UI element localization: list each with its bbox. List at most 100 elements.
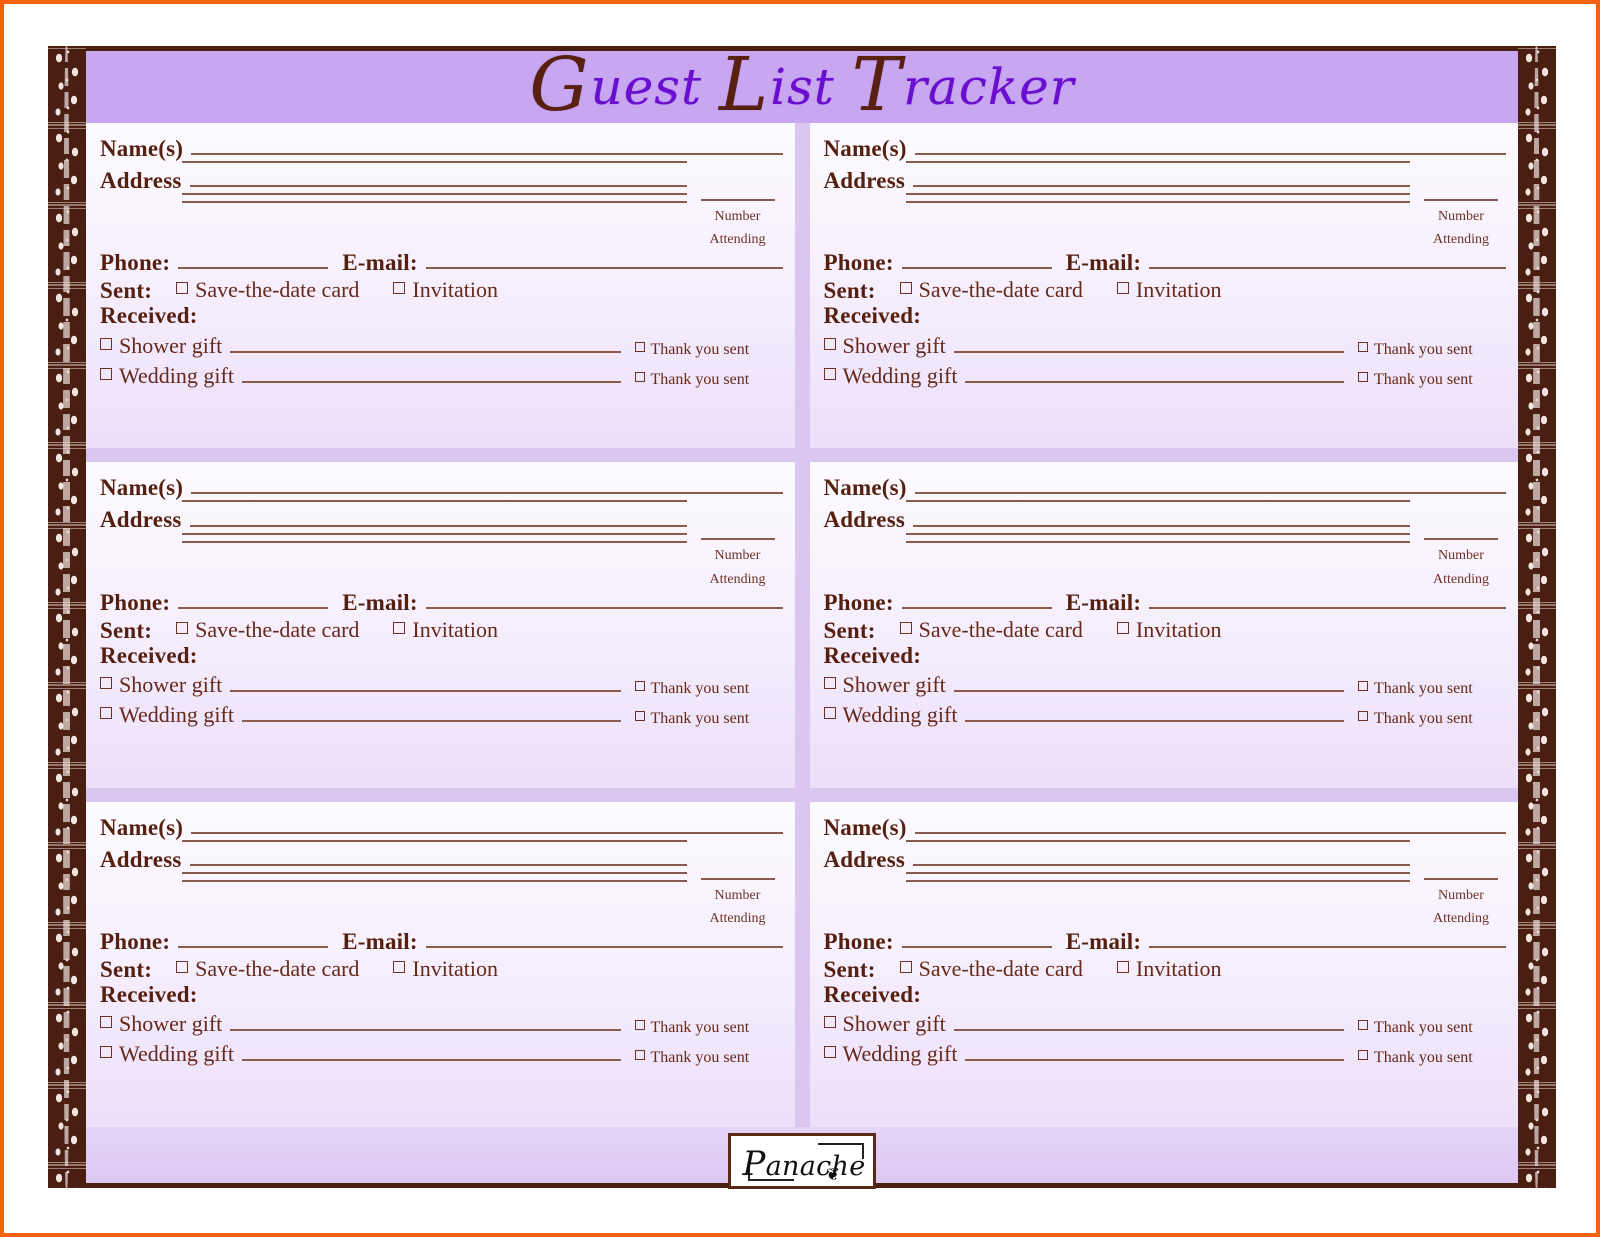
shower-gift-input-line[interactable]	[953, 350, 1344, 353]
address-input-line-3[interactable]	[905, 879, 1410, 882]
checkbox-icon-shower-gift[interactable]	[100, 676, 112, 689]
checkbox-icon-shower-gift[interactable]	[100, 337, 112, 350]
checkbox-icon-wedding-gift[interactable]	[823, 367, 836, 380]
email-input-line[interactable]	[425, 946, 783, 949]
shower-thank-you-option[interactable]: Thank you sent	[1358, 341, 1506, 359]
invitation-option[interactable]: Invitation	[1116, 617, 1221, 643]
checkbox-icon-invitation[interactable]	[393, 621, 406, 634]
checkbox-icon-save-the-date[interactable]	[899, 282, 912, 295]
checkbox-icon-shower-gift[interactable]	[823, 1016, 836, 1029]
names-input-line-2[interactable]	[905, 839, 1410, 842]
number-attending-input-line[interactable]	[700, 199, 775, 202]
checkbox-icon-save-the-date[interactable]	[176, 621, 189, 634]
email-input-line[interactable]	[1149, 946, 1506, 949]
checkbox-icon-save-the-date[interactable]	[899, 961, 912, 974]
names-input-line[interactable]	[191, 492, 783, 495]
save-the-date-option[interactable]: Save-the-date card	[899, 277, 1083, 303]
address-input-line-2[interactable]	[182, 532, 687, 535]
wedding-thank-you-option[interactable]: Thank you sent	[634, 371, 783, 389]
address-input-line-1[interactable]	[189, 524, 687, 527]
names-input-line-2[interactable]	[182, 161, 687, 164]
names-input-line-2[interactable]	[182, 839, 687, 842]
shower-thank-you-option[interactable]: Thank you sent	[634, 341, 783, 359]
checkbox-icon-invitation[interactable]	[1116, 282, 1129, 295]
email-input-line[interactable]	[425, 267, 783, 270]
checkbox-icon-shower-gift[interactable]	[100, 1016, 112, 1029]
names-input-line-2[interactable]	[905, 500, 1410, 503]
checkbox-icon-thank-you-wedding[interactable]	[634, 371, 645, 382]
address-input-line-1[interactable]	[913, 863, 1410, 866]
checkbox-icon-thank-you-shower[interactable]	[634, 341, 645, 352]
address-input-line-3[interactable]	[182, 201, 687, 204]
shower-gift-option[interactable]: Shower gift	[100, 1011, 222, 1037]
save-the-date-option[interactable]: Save-the-date card	[176, 277, 359, 303]
checkbox-icon-wedding-gift[interactable]	[823, 706, 836, 719]
wedding-gift-input-line[interactable]	[965, 1059, 1344, 1062]
shower-gift-option[interactable]: Shower gift	[100, 333, 222, 359]
checkbox-icon-thank-you-wedding[interactable]	[634, 1050, 645, 1061]
checkbox-icon-save-the-date[interactable]	[176, 282, 189, 295]
checkbox-icon-invitation[interactable]	[1116, 961, 1129, 974]
checkbox-icon-thank-you-wedding[interactable]	[1358, 1050, 1368, 1061]
checkbox-icon-thank-you-wedding[interactable]	[634, 710, 645, 721]
checkbox-icon-invitation[interactable]	[1116, 621, 1129, 634]
shower-gift-input-line[interactable]	[230, 689, 621, 692]
address-input-line-2[interactable]	[182, 871, 687, 874]
email-input-line[interactable]	[1149, 267, 1506, 270]
shower-gift-option[interactable]: Shower gift	[100, 672, 222, 698]
names-input-line-2[interactable]	[182, 500, 687, 503]
wedding-gift-input-line[interactable]	[965, 380, 1344, 383]
shower-thank-you-option[interactable]: Thank you sent	[1358, 1019, 1506, 1037]
checkbox-icon-shower-gift[interactable]	[823, 337, 836, 350]
checkbox-icon-wedding-gift[interactable]	[100, 1046, 112, 1059]
wedding-thank-you-option[interactable]: Thank you sent	[1358, 371, 1506, 389]
checkbox-icon-wedding-gift[interactable]	[100, 706, 112, 719]
phone-input-line[interactable]	[901, 606, 1052, 609]
shower-gift-input-line[interactable]	[953, 689, 1344, 692]
address-input-line-1[interactable]	[189, 185, 687, 188]
shower-gift-option[interactable]: Shower gift	[823, 333, 946, 359]
checkbox-icon-thank-you-shower[interactable]	[1358, 341, 1368, 352]
phone-input-line[interactable]	[901, 267, 1052, 270]
phone-input-line[interactable]	[178, 606, 329, 609]
names-input-line[interactable]	[914, 831, 1506, 834]
address-input-line-3[interactable]	[182, 540, 687, 543]
shower-gift-input-line[interactable]	[230, 1029, 621, 1032]
wedding-thank-you-option[interactable]: Thank you sent	[1358, 710, 1506, 728]
address-input-line-2[interactable]	[905, 871, 1410, 874]
wedding-gift-option[interactable]: Wedding gift	[823, 702, 957, 728]
wedding-gift-option[interactable]: Wedding gift	[823, 363, 957, 389]
checkbox-icon-thank-you-shower[interactable]	[634, 680, 645, 691]
checkbox-icon-save-the-date[interactable]	[899, 621, 912, 634]
wedding-thank-you-option[interactable]: Thank you sent	[634, 710, 783, 728]
invitation-option[interactable]: Invitation	[1116, 277, 1221, 303]
shower-thank-you-option[interactable]: Thank you sent	[634, 680, 783, 698]
checkbox-icon-wedding-gift[interactable]	[823, 1046, 836, 1059]
checkbox-icon-invitation[interactable]	[393, 961, 406, 974]
checkbox-icon-wedding-gift[interactable]	[100, 367, 112, 380]
checkbox-icon-shower-gift[interactable]	[823, 676, 836, 689]
invitation-option[interactable]: Invitation	[1116, 956, 1221, 982]
number-attending-input-line[interactable]	[1424, 877, 1498, 880]
invitation-option[interactable]: Invitation	[393, 277, 498, 303]
number-attending-input-line[interactable]	[700, 877, 775, 880]
wedding-gift-input-line[interactable]	[241, 1059, 621, 1062]
number-attending-input-line[interactable]	[1424, 199, 1498, 202]
email-input-line[interactable]	[1149, 606, 1506, 609]
shower-gift-option[interactable]: Shower gift	[823, 672, 946, 698]
address-input-line-1[interactable]	[913, 524, 1410, 527]
phone-input-line[interactable]	[178, 267, 329, 270]
checkbox-icon-invitation[interactable]	[393, 282, 406, 295]
address-input-line-1[interactable]	[189, 863, 687, 866]
address-input-line-3[interactable]	[182, 879, 687, 882]
wedding-gift-option[interactable]: Wedding gift	[823, 1041, 957, 1067]
names-input-line[interactable]	[191, 153, 783, 156]
shower-thank-you-option[interactable]: Thank you sent	[634, 1019, 783, 1037]
save-the-date-option[interactable]: Save-the-date card	[176, 617, 359, 643]
shower-gift-input-line[interactable]	[230, 350, 621, 353]
shower-gift-input-line[interactable]	[953, 1029, 1344, 1032]
save-the-date-option[interactable]: Save-the-date card	[899, 956, 1083, 982]
checkbox-icon-thank-you-wedding[interactable]	[1358, 371, 1368, 382]
invitation-option[interactable]: Invitation	[393, 956, 498, 982]
wedding-thank-you-option[interactable]: Thank you sent	[1358, 1049, 1506, 1067]
